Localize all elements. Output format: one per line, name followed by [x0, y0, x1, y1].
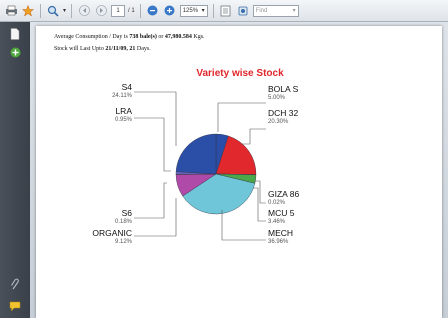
label-giza: GIZA 86	[268, 189, 300, 199]
label-organic: ORGANIC	[92, 228, 132, 238]
zoom-out-icon[interactable]	[146, 4, 160, 18]
pct-mech: 36.96%	[268, 239, 289, 245]
leader-line-s6	[134, 182, 167, 219]
label-s4: S4	[121, 82, 132, 92]
find-placeholder: Find	[255, 7, 268, 14]
leader-line-s4	[134, 91, 177, 146]
find-input[interactable]: Find ▾	[252, 4, 299, 17]
toolbar-separator	[139, 3, 141, 18]
page-count-separator: / 1	[128, 7, 135, 14]
pct-giza: 0.02%	[268, 200, 286, 206]
pct-mcu: 3.46%	[268, 219, 286, 225]
document-area[interactable]: Average Consumption / Day is 738 bale(s)…	[30, 22, 448, 318]
leader-line-mcu	[253, 187, 266, 222]
search-icon[interactable]	[46, 4, 60, 18]
zoom-select[interactable]: 125% ▾	[179, 4, 208, 17]
zoom-in-icon[interactable]	[163, 4, 177, 18]
label-dch: DCH 32	[268, 108, 299, 118]
label-bola: BOLA S	[268, 84, 299, 94]
pct-lra: 0.95%	[114, 117, 132, 123]
next-page-icon[interactable]	[94, 4, 108, 18]
pct-dch: 20.30%	[268, 119, 289, 125]
toolbar-separator	[71, 3, 73, 18]
pie-slice-s4	[175, 133, 217, 175]
attachment-icon[interactable]	[9, 278, 21, 290]
chevron-down-icon: ▾	[201, 8, 205, 14]
label-s6: S6	[121, 208, 132, 218]
label-mech: MECH	[268, 228, 294, 238]
zoom-value: 125%	[182, 7, 199, 14]
leader-line-organic	[134, 198, 177, 237]
label-mcu: MCU 5	[268, 208, 295, 218]
pdf-page: Average Consumption / Day is 738 bale(s)…	[36, 26, 442, 318]
pie-chart	[134, 91, 266, 241]
page-number-input[interactable]: 1	[111, 4, 126, 17]
navigation-sidebar	[0, 22, 30, 318]
pct-bola: 5.00%	[268, 95, 286, 101]
leader-line-dch	[241, 128, 266, 145]
comments-icon[interactable]	[9, 300, 21, 312]
leader-line-giza	[254, 180, 266, 204]
pdf-toolbar: ▾ 1 / 1 125% ▾ Find ▾	[0, 0, 448, 22]
pct-organic: 9.12%	[114, 239, 132, 245]
first-page-icon[interactable]	[77, 4, 91, 18]
star-icon[interactable]	[21, 4, 35, 18]
leader-line-mech	[221, 210, 266, 241]
label-lra: LRA	[115, 106, 132, 116]
leader-line-lra	[134, 117, 171, 172]
leader-line-bola	[217, 102, 266, 132]
select-tool-icon[interactable]	[219, 4, 233, 18]
hand-tool-icon[interactable]	[236, 4, 250, 18]
chevron-down-icon: ▾	[292, 8, 296, 14]
pct-s4: 24.11%	[112, 93, 132, 99]
chevron-down-icon[interactable]: ▾	[63, 7, 66, 14]
add-icon[interactable]	[9, 46, 21, 58]
pct-s6: 0.18%	[114, 219, 132, 225]
print-icon[interactable]	[4, 4, 18, 18]
toolbar-separator	[40, 3, 41, 18]
pages-icon[interactable]	[9, 28, 21, 40]
toolbar-separator	[212, 3, 214, 18]
